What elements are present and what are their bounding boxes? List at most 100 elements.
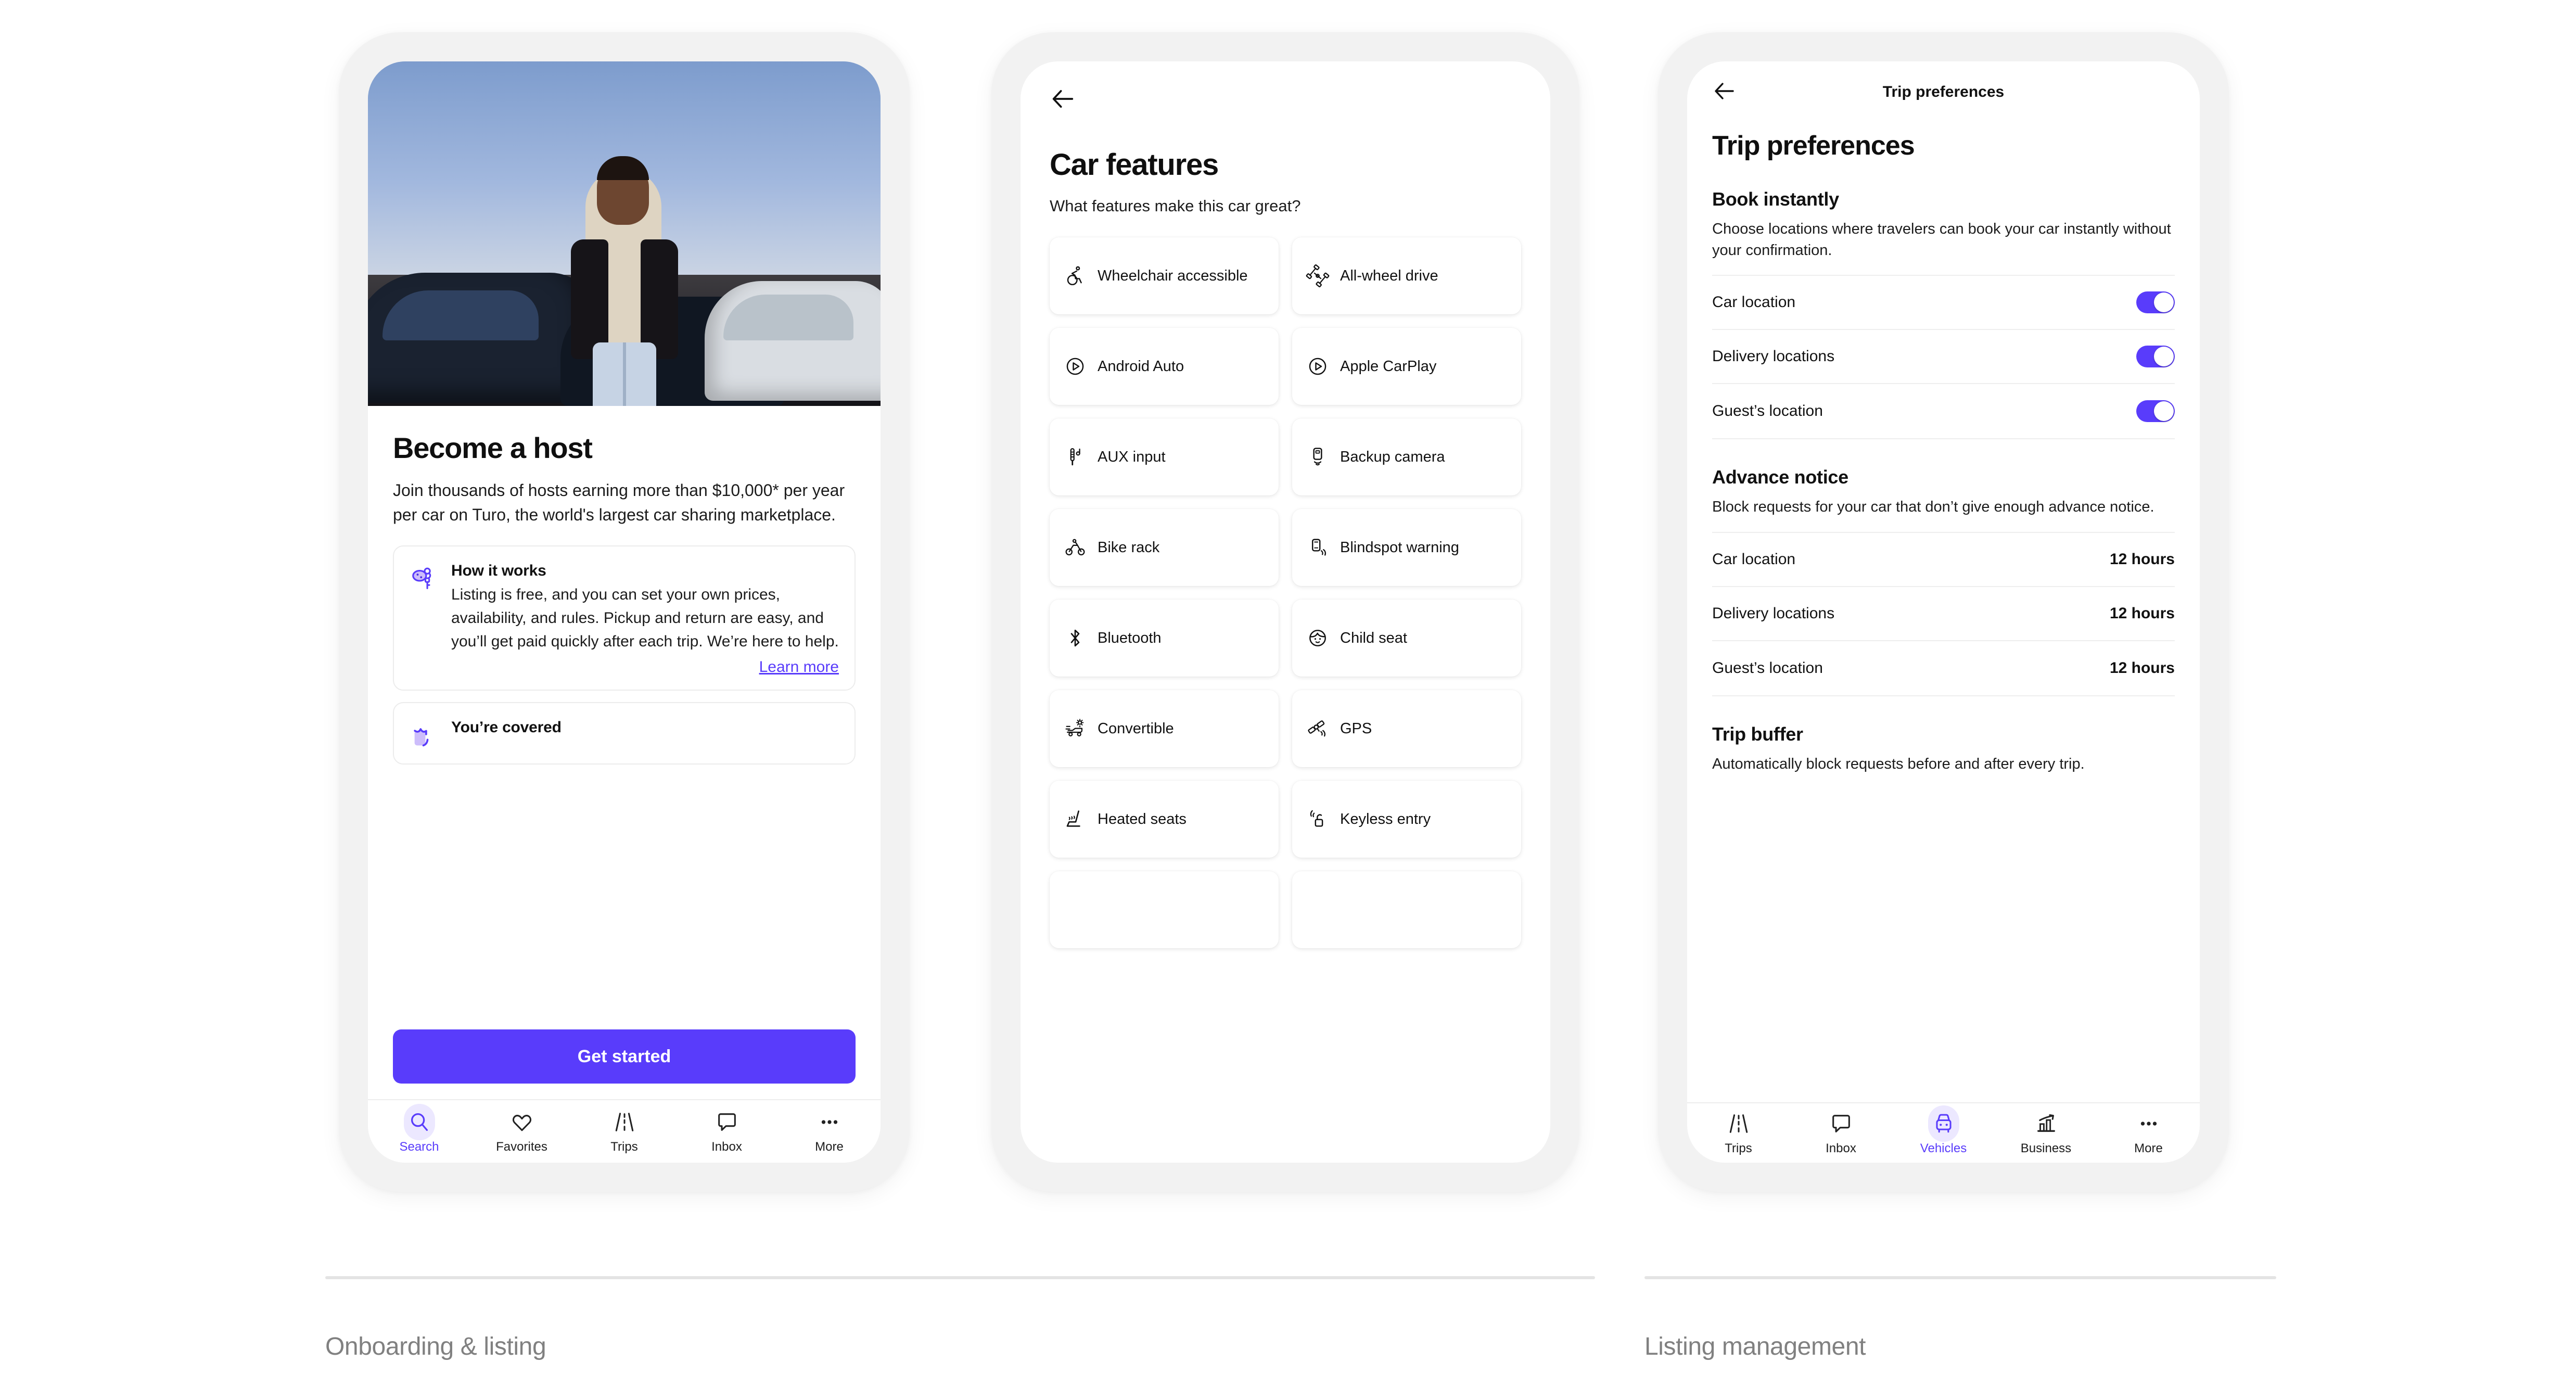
toggle-car-location[interactable] xyxy=(2136,291,2175,314)
feature-label: Blindspot warning xyxy=(1340,539,1459,556)
tab-inbox[interactable]: Inbox xyxy=(1790,1110,1892,1156)
feature-backup-camera[interactable]: Backup camera xyxy=(1292,418,1521,495)
feature-label: Keyless entry xyxy=(1340,810,1431,827)
feature-bluetooth[interactable]: Bluetooth xyxy=(1050,600,1279,677)
section-divider-1 xyxy=(325,1276,1595,1279)
section-label-listing-management: Listing management xyxy=(1644,1333,1866,1360)
row-car-location-notice[interactable]: Car location 12 hours xyxy=(1712,533,2175,587)
how-it-works-card[interactable]: How it works Listing is free, and you ca… xyxy=(393,545,856,691)
row-guests-location-notice[interactable]: Guest’s location 12 hours xyxy=(1712,641,2175,695)
feature-label: AUX input xyxy=(1098,448,1166,465)
tab-trips[interactable]: Trips xyxy=(573,1109,675,1154)
chart-icon xyxy=(2033,1110,2060,1137)
row-guests-location[interactable]: Guest’s location xyxy=(1712,384,2175,438)
tab-more[interactable]: More xyxy=(778,1109,881,1154)
row-label: Guest’s location xyxy=(1712,402,1823,420)
tab-business[interactable]: Business xyxy=(1995,1110,2097,1156)
card-text: Listing is free, and you can set your ow… xyxy=(451,585,839,650)
feature-aux-input[interactable]: AUX input xyxy=(1050,418,1279,495)
feature-row-partial-left[interactable] xyxy=(1050,871,1279,948)
tab-favorites[interactable]: Favorites xyxy=(470,1109,573,1154)
aux-jack-icon xyxy=(1063,445,1087,469)
bicycle-icon xyxy=(1063,536,1087,559)
feature-label: Apple CarPlay xyxy=(1340,358,1437,375)
tab-trips[interactable]: Trips xyxy=(1687,1110,1790,1156)
person-jacket-left xyxy=(570,239,608,359)
tab-vehicles[interactable]: Vehicles xyxy=(1892,1105,1995,1156)
row-delivery-locations[interactable]: Delivery locations xyxy=(1712,330,2175,385)
get-started-button[interactable]: Get started xyxy=(393,1029,856,1084)
section-heading-advance-notice: Advance notice xyxy=(1712,466,1848,488)
keyless-entry-icon xyxy=(1306,807,1330,831)
toggle-delivery-locations[interactable] xyxy=(2136,346,2175,368)
phone-frame-onboarding: Become a host Join thousands of hosts ea… xyxy=(339,32,910,1192)
feature-label: GPS xyxy=(1340,720,1372,737)
row-label: Delivery locations xyxy=(1712,604,1835,622)
card-title: How it works xyxy=(451,562,546,579)
feature-bike-rack[interactable]: Bike rack xyxy=(1050,509,1279,586)
feature-convertible[interactable]: Convertible xyxy=(1050,690,1279,767)
section-desc-book-instantly: Choose locations where travelers can boo… xyxy=(1712,221,2171,259)
section-desc-trip-buffer: Automatically block requests before and … xyxy=(1712,755,2085,772)
tab-inbox[interactable]: Inbox xyxy=(675,1109,778,1154)
road-icon xyxy=(611,1109,638,1136)
youre-covered-body: You’re covered xyxy=(451,719,839,763)
section-divider-2 xyxy=(1644,1276,2276,1279)
feature-label: Backup camera xyxy=(1340,448,1445,465)
feature-wheelchair-accessible[interactable]: Wheelchair accessible xyxy=(1050,237,1279,314)
navbar: Trip preferences xyxy=(1687,61,2200,123)
feature-label: Bike rack xyxy=(1098,539,1160,556)
phone1-screen: Become a host Join thousands of hosts ea… xyxy=(368,61,881,1163)
search-icon xyxy=(403,1104,435,1140)
row-value: 12 hours xyxy=(2109,604,2175,622)
play-circle-icon xyxy=(1306,354,1330,378)
gps-satellite-icon xyxy=(1306,717,1330,741)
phone-frame-trip-preferences: Trip preferences Trip preferences Book i… xyxy=(1658,32,2229,1192)
hero-car-right xyxy=(705,281,881,401)
page-title: Car features xyxy=(1050,148,1219,182)
phone3-content: Trip preferences Trip preferences Book i… xyxy=(1687,61,2200,1163)
row-label: Car location xyxy=(1712,550,1796,568)
back-arrow-icon[interactable] xyxy=(1050,90,1077,114)
phone1-tabbar: Search Favorites Trips Inbox More xyxy=(368,1099,881,1163)
row-car-location[interactable]: Car location xyxy=(1712,276,2175,330)
person-jacket-right xyxy=(640,239,678,359)
awd-icon xyxy=(1306,264,1330,288)
feature-label: Android Auto xyxy=(1098,358,1184,375)
page-title: Trip preferences xyxy=(1712,131,1915,161)
feature-gps[interactable]: GPS xyxy=(1292,690,1521,767)
convertible-icon xyxy=(1063,717,1087,741)
feature-label: Wheelchair accessible xyxy=(1098,267,1248,284)
tab-more[interactable]: More xyxy=(2097,1110,2200,1156)
section-desc-advance-notice: Block requests for your car that don’t g… xyxy=(1712,499,2154,516)
tab-label: More xyxy=(815,1140,844,1154)
phone3-scroll[interactable]: Trip preferences Book instantly Choose l… xyxy=(1687,123,2200,1102)
toggle-guests-location[interactable] xyxy=(2136,400,2175,423)
feature-child-seat[interactable]: Child seat xyxy=(1292,600,1521,677)
learn-more-link[interactable]: Learn more xyxy=(451,658,839,676)
tab-label: Search xyxy=(399,1140,439,1154)
section-label-onboarding: Onboarding & listing xyxy=(325,1333,546,1360)
feature-blindspot-warning[interactable]: Blindspot warning xyxy=(1292,509,1521,586)
row-value: 12 hours xyxy=(2109,659,2175,677)
card-title: You’re covered xyxy=(451,718,562,736)
row-delivery-locations-notice[interactable]: Delivery locations 12 hours xyxy=(1712,587,2175,641)
screenshot-stage: Become a host Join thousands of hosts ea… xyxy=(0,0,2576,1375)
feature-android-auto[interactable]: Android Auto xyxy=(1050,328,1279,405)
ellipsis-icon xyxy=(816,1109,843,1136)
feature-all-wheel-drive[interactable]: All-wheel drive xyxy=(1292,237,1521,314)
wheelchair-icon xyxy=(1063,264,1087,288)
hero-person xyxy=(570,156,679,406)
back-row xyxy=(1050,61,1521,115)
feature-keyless-entry[interactable]: Keyless entry xyxy=(1292,781,1521,858)
hero-photo xyxy=(368,61,881,406)
tab-search[interactable]: Search xyxy=(368,1104,470,1154)
feature-heated-seats[interactable]: Heated seats xyxy=(1050,781,1279,858)
feature-apple-carplay[interactable]: Apple CarPlay xyxy=(1292,328,1521,405)
youre-covered-card[interactable]: You’re covered xyxy=(393,702,856,765)
tab-label: Favorites xyxy=(496,1140,547,1154)
play-circle-icon xyxy=(1063,354,1087,378)
phone-frame-car-features: Car features What features make this car… xyxy=(991,32,1579,1192)
tab-label: Vehicles xyxy=(1920,1141,1967,1155)
feature-row-partial-right[interactable] xyxy=(1292,871,1521,948)
